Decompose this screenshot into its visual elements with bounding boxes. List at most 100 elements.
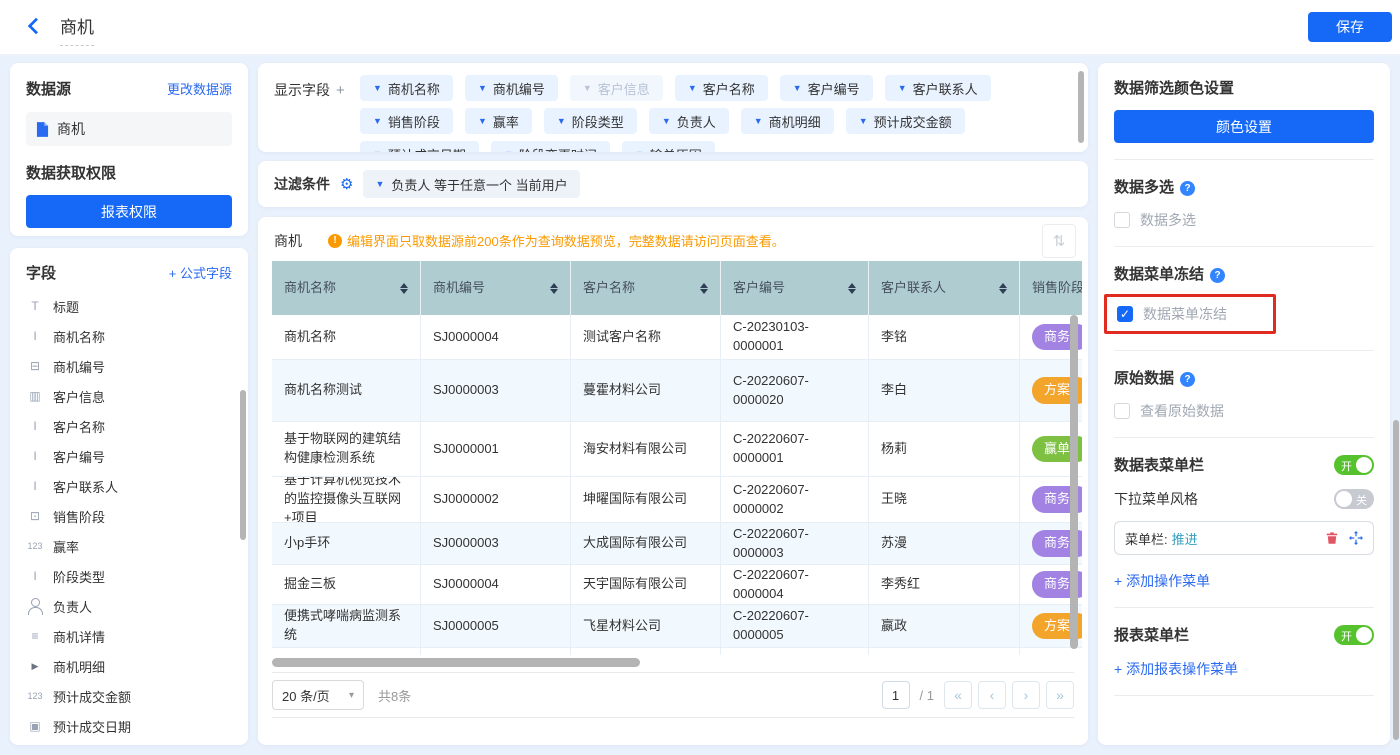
table-header-cell[interactable]: 商机编号 [421, 261, 571, 315]
filter-label: 过滤条件 [274, 174, 330, 194]
display-field-chip[interactable]: ▼ 预计成交日期 [360, 141, 479, 152]
field-list-item[interactable]: ▣ 预计成交日期 [26, 711, 232, 741]
gear-icon[interactable]: ⚙ [340, 175, 353, 193]
display-field-chip[interactable]: ▼ 商机名称 [360, 75, 453, 101]
field-list: T 标题 I 商机名称 ⊟ 商机编号 ▥ 客户信息 I 客户名称 I 客户编号 … [26, 291, 232, 741]
menu-freeze-checkbox[interactable]: ✓ [1117, 306, 1133, 322]
sort-arrows-icon[interactable] [700, 283, 708, 294]
help-icon[interactable]: ? [1210, 268, 1225, 283]
field-list-item[interactable]: I 阶段类型 [26, 561, 232, 591]
table-header-cell[interactable]: 客户编号 [721, 261, 869, 315]
table-vertical-scrollbar[interactable] [1070, 315, 1078, 649]
chip-label: 商机名称 [388, 79, 440, 98]
sort-arrows-icon[interactable] [848, 283, 856, 294]
cell-opportunity-code: SJ0000004 [421, 565, 571, 605]
table-row[interactable]: 便携式哮喘病监测系统 SJ0000005 飞星材料公司 C-20220607-0… [272, 605, 1082, 648]
field-list-item[interactable]: ⊡ 销售阶段 [26, 501, 232, 531]
fields-scrollbar[interactable] [240, 390, 246, 540]
display-field-chip[interactable]: ▼ 商机编号 [465, 75, 558, 101]
add-report-action-menu-link[interactable]: + 添加报表操作菜单 [1114, 659, 1374, 679]
table-row[interactable]: 基于计算机视觉技术的监控摄像头互联网+项目 SJ0000002 坤曜国际有限公司… [272, 477, 1082, 523]
display-field-chip[interactable]: ▼ 客户联系人 [885, 75, 991, 101]
sort-arrows-icon[interactable] [400, 283, 408, 294]
chart-field-icon: ▥ [26, 387, 44, 405]
table-row[interactable]: 商机名称 SJ0000004 测试客户名称 C-20230103-0000001… [272, 315, 1082, 360]
field-list-item[interactable]: I 客户编号 [26, 441, 232, 471]
field-label: 负责人 [53, 597, 92, 616]
table-header-cell[interactable]: 商机名称 [272, 261, 421, 315]
field-list-item[interactable]: I 客户名称 [26, 411, 232, 441]
save-button[interactable]: 保存 [1308, 12, 1392, 42]
display-field-chip[interactable]: ▼ 阶段类型 [544, 108, 637, 134]
field-list-item[interactable]: I 商机名称 [26, 321, 232, 351]
sort-order-button[interactable]: ⇅ [1042, 224, 1076, 258]
field-list-item[interactable]: ⊟ 商机编号 [26, 351, 232, 381]
field-list-item[interactable]: 123 赢率 [26, 531, 232, 561]
person-field-icon [26, 597, 44, 615]
table-row-partial[interactable] [272, 648, 1082, 655]
field-list-item[interactable]: I 客户联系人 [26, 471, 232, 501]
field-list-item[interactable]: ▥ 客户信息 [26, 381, 232, 411]
add-display-field-button[interactable]: + [336, 82, 345, 99]
field-list-item[interactable]: 123 预计成交金额 [26, 681, 232, 711]
report-menu-toggle[interactable]: 开 [1334, 625, 1374, 645]
page-number-input[interactable] [882, 681, 910, 709]
help-icon[interactable]: ? [1180, 372, 1195, 387]
display-field-chip[interactable]: ▼ 阶段变更时间 [491, 141, 610, 152]
cell-opportunity-code: SJ0000002 [421, 477, 571, 523]
display-field-chip[interactable]: ▼ 销售阶段 [360, 108, 453, 134]
field-list-item[interactable]: ≡ 商机详情 [26, 621, 232, 651]
page-scrollbar[interactable] [1393, 420, 1399, 740]
add-action-menu-link[interactable]: + 添加操作菜单 [1114, 571, 1374, 591]
change-datasource-link[interactable]: 更改数据源 [167, 79, 232, 98]
display-fields-scrollbar[interactable] [1078, 71, 1084, 143]
field-list-item[interactable]: 负责人 [26, 591, 232, 621]
scrollbar-thumb[interactable] [272, 658, 640, 667]
sort-arrows-icon[interactable] [999, 283, 1007, 294]
first-page-button[interactable]: « [944, 681, 972, 709]
display-field-chip[interactable]: ▼ 输单原因 [622, 141, 715, 152]
table-row[interactable]: 掘金三板 SJ0000004 天宇国际有限公司 C-20220607-00000… [272, 565, 1082, 605]
chip-label: 阶段类型 [572, 112, 624, 131]
page-size-select[interactable]: 20 条/页 ▾ [272, 680, 364, 710]
display-field-chip[interactable]: ▼ 客户编号 [780, 75, 873, 101]
cell-customer-name: 坤曜国际有限公司 [571, 477, 721, 523]
help-icon[interactable]: ? [1180, 181, 1195, 196]
dropdown-style-toggle[interactable]: 关 [1334, 489, 1374, 509]
multi-select-checkbox[interactable] [1114, 212, 1130, 228]
prev-page-button[interactable]: ‹ [978, 681, 1006, 709]
menu-item-row[interactable]: 菜单栏: 推进 [1114, 521, 1374, 555]
table-menu-toggle[interactable]: 开 [1334, 455, 1374, 475]
field-list-item[interactable]: ▶ 商机明细 [26, 651, 232, 681]
table-row[interactable]: 小p手环 SJ0000003 大成国际有限公司 C-20220607-00000… [272, 523, 1082, 565]
table-header-cell[interactable]: 客户联系人 [869, 261, 1020, 315]
cell-customer-contact [869, 648, 1020, 655]
last-page-button[interactable]: » [1046, 681, 1074, 709]
display-field-chip[interactable]: ▼ 负责人 [649, 108, 729, 134]
table-row[interactable]: 基于物联网的建筑结构健康检测系统 SJ0000001 海安材料有限公司 C-20… [272, 422, 1082, 477]
display-field-chip[interactable]: ▼ 客户名称 [675, 75, 768, 101]
table-row[interactable]: 商机名称测试 SJ0000003 蔓霍材料公司 C-20220607-00000… [272, 360, 1082, 422]
display-field-chip[interactable]: ▼ 预计成交金额 [846, 108, 965, 134]
move-icon[interactable] [1349, 531, 1363, 545]
table-menu-title: 数据表菜单栏 [1114, 454, 1204, 475]
menu-freeze-label: 数据菜单冻结 [1143, 304, 1227, 324]
table-header-cell[interactable]: 销售阶段 [1020, 261, 1082, 315]
datasource-item[interactable]: 商机 [26, 112, 232, 146]
display-field-chip[interactable]: ▼ 赢率 [465, 108, 532, 134]
table-horizontal-scrollbar[interactable] [272, 658, 1082, 667]
sort-arrows-icon[interactable] [550, 283, 558, 294]
cell-customer-code: C-20220607-0000003 [721, 523, 869, 565]
display-field-chip[interactable]: ▼ 商机明细 [741, 108, 834, 134]
display-field-chip[interactable]: ▼ 客户信息 [570, 75, 663, 101]
raw-data-checkbox[interactable] [1114, 403, 1130, 419]
add-formula-field-link[interactable]: + 公式字段 [169, 263, 232, 282]
trash-icon[interactable] [1325, 531, 1339, 545]
filter-condition-chip[interactable]: ▼ 负责人 等于任意一个 当前用户 [363, 170, 579, 198]
table-header-cell[interactable]: 客户名称 [571, 261, 721, 315]
color-settings-button[interactable]: 颜色设置 [1114, 110, 1374, 143]
field-list-item[interactable]: T 标题 [26, 291, 232, 321]
report-permission-button[interactable]: 报表权限 [26, 195, 232, 228]
next-page-button[interactable]: › [1012, 681, 1040, 709]
back-icon[interactable] [28, 18, 45, 35]
